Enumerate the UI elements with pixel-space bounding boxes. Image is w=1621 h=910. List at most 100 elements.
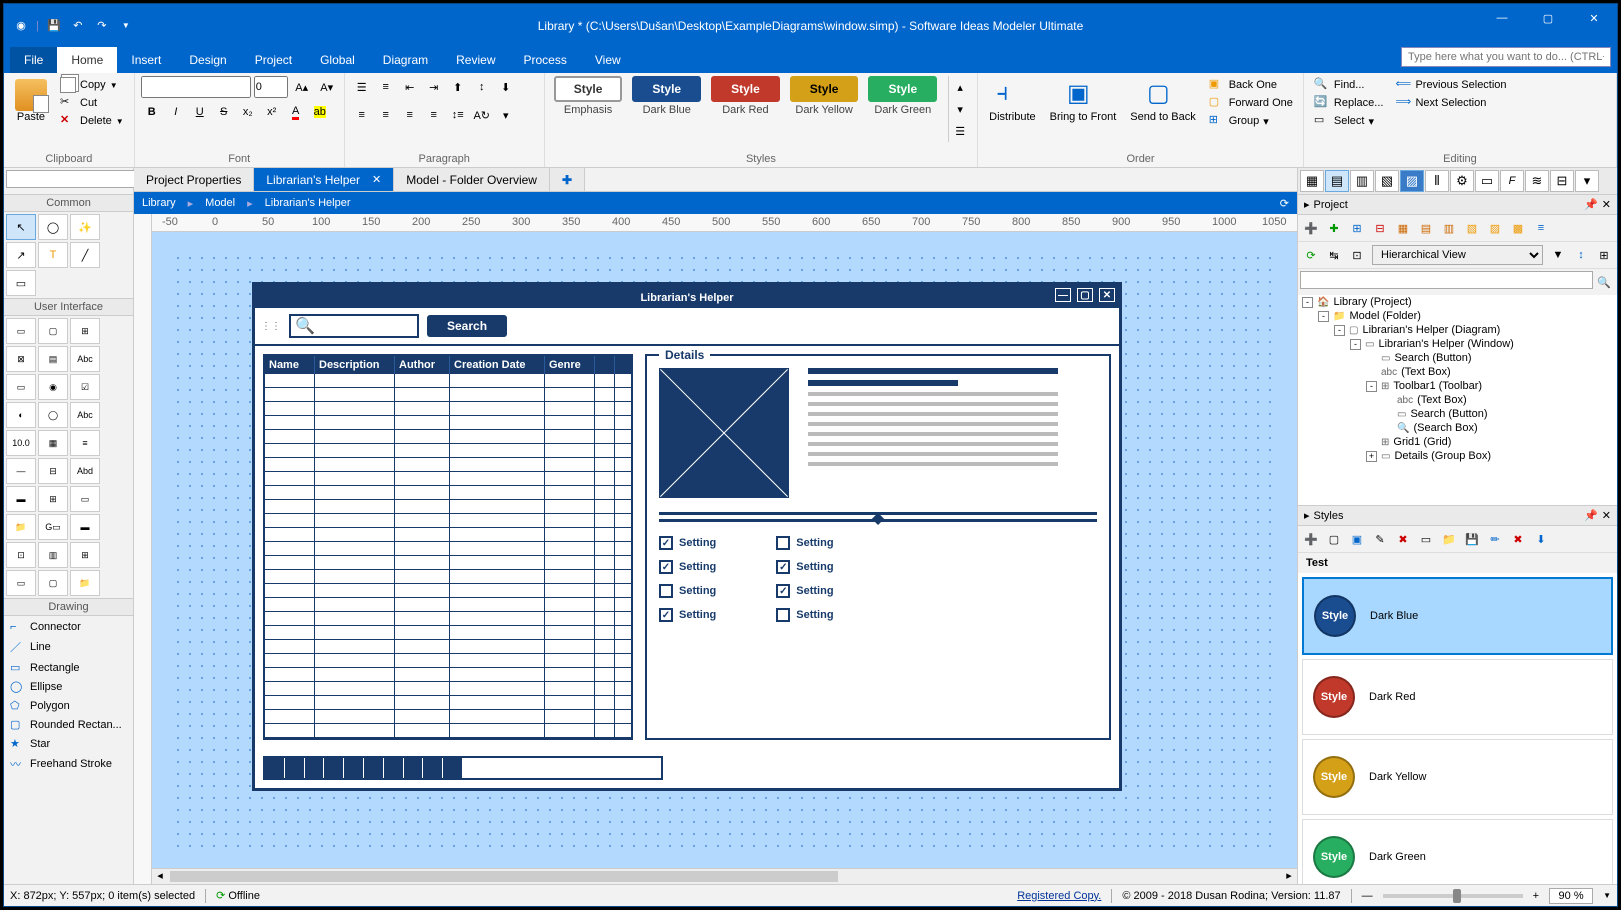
drawing-tool[interactable]: ◯Ellipse xyxy=(6,677,131,696)
drawing-tool[interactable]: ⌐Connector xyxy=(6,618,131,636)
view-mode-icon[interactable]: ⊟ xyxy=(1550,170,1574,192)
ui-tool[interactable]: 📁 xyxy=(70,570,100,596)
panel-toolbar-button[interactable]: ▧ xyxy=(1462,218,1482,238)
back-one-button[interactable]: ▣Back One xyxy=(1205,76,1297,94)
style-scroll-down[interactable]: ▾ xyxy=(949,98,971,120)
tool-wand[interactable]: ✨ xyxy=(70,214,100,240)
breadcrumb-nav-icon[interactable]: ⟳ xyxy=(1280,197,1289,210)
maximize-button[interactable]: ▢ xyxy=(1525,4,1571,32)
view-mode-icon[interactable]: ▾ xyxy=(1575,170,1599,192)
tree-item[interactable]: +▭Details (Group Box) xyxy=(1298,449,1617,463)
ui-tool[interactable]: G▭ xyxy=(38,514,68,540)
tree-item[interactable]: 🔍(Search Box) xyxy=(1298,421,1617,435)
view-mode-icon[interactable]: ⚙ xyxy=(1450,170,1474,192)
group-button[interactable]: ⊞Group ▾ xyxy=(1205,112,1297,130)
view-mode-icon[interactable]: ⫴ xyxy=(1425,170,1449,192)
ui-tool[interactable]: ▭ xyxy=(70,486,100,512)
menu-home[interactable]: Home xyxy=(57,47,117,73)
horizontal-scrollbar[interactable]: ◂▸ xyxy=(152,868,1297,884)
view-mode-icon[interactable]: ▧ xyxy=(1375,170,1399,192)
add-tab-button[interactable]: ✚ xyxy=(550,168,585,191)
ui-tool[interactable]: Abc xyxy=(70,346,100,372)
ui-tool[interactable]: 📁 xyxy=(6,514,36,540)
bring-front-button[interactable]: ▣Bring to Front xyxy=(1045,76,1122,126)
next-selection-button[interactable]: ⟹Next Selection xyxy=(1391,94,1510,112)
tree-expander[interactable]: - xyxy=(1302,297,1313,308)
minimize-button[interactable]: — xyxy=(1479,4,1525,32)
tree-expander[interactable]: - xyxy=(1366,381,1377,392)
ui-tool[interactable]: — xyxy=(6,458,36,484)
menu-process[interactable]: Process xyxy=(510,47,581,73)
align-justify-button[interactable]: ≡ xyxy=(423,104,445,126)
panel-toolbar-button[interactable]: ✚ xyxy=(1324,218,1344,238)
expand-icon[interactable]: ▸ xyxy=(1304,198,1310,211)
panel-toolbar-button[interactable]: ⊟ xyxy=(1370,218,1390,238)
breadcrumb-item[interactable]: Library xyxy=(142,197,176,209)
tool-container[interactable]: ▭ xyxy=(6,270,36,296)
menu-project[interactable]: Project xyxy=(241,47,306,73)
style-list-item[interactable]: StyleDark Red xyxy=(1302,659,1613,735)
delete-button[interactable]: ✕Delete ▼ xyxy=(56,112,128,130)
panel-toolbar-button[interactable]: ✖ xyxy=(1393,529,1413,549)
bullets-button[interactable]: ☰ xyxy=(351,76,373,98)
tree-item[interactable]: abc(Text Box) xyxy=(1298,365,1617,379)
command-search[interactable] xyxy=(1401,47,1611,67)
document-tab[interactable]: Project Properties xyxy=(134,168,254,191)
menu-diagram[interactable]: Diagram xyxy=(369,47,442,73)
close-button[interactable]: ✕ xyxy=(1571,4,1617,32)
style-preset[interactable]: StyleDark Blue xyxy=(632,76,701,116)
panel-toolbar-button[interactable]: ▣ xyxy=(1347,529,1367,549)
menu-view[interactable]: View xyxy=(581,47,635,73)
ui-tool[interactable]: ≡ xyxy=(70,430,100,456)
ui-tool[interactable]: ▥ xyxy=(38,542,68,568)
panel-toolbar-button[interactable]: ⊡ xyxy=(1347,245,1367,265)
style-list-item[interactable]: StyleDark Green xyxy=(1302,819,1613,884)
view-mode-icon[interactable]: ▭ xyxy=(1475,170,1499,192)
panel-toolbar-button[interactable]: 💾 xyxy=(1462,529,1482,549)
style-list-item[interactable]: StyleDark Yellow xyxy=(1302,739,1613,815)
menu-global[interactable]: Global xyxy=(306,47,369,73)
ui-tool[interactable]: Abc xyxy=(70,402,100,428)
panel-toolbar-button[interactable]: ⊞ xyxy=(1594,245,1614,265)
tree-expander[interactable]: + xyxy=(1366,451,1377,462)
zoom-in-button[interactable]: + xyxy=(1533,890,1539,902)
menu-file[interactable]: File xyxy=(10,47,57,73)
tree-item[interactable]: -▭Librarian's Helper (Window) xyxy=(1298,337,1617,351)
ui-tool[interactable]: ▦ xyxy=(38,430,68,456)
menu-review[interactable]: Review xyxy=(442,47,509,73)
panel-toolbar-button[interactable]: ↹ xyxy=(1324,245,1344,265)
qat-dropdown-icon[interactable]: ▼ xyxy=(117,17,135,35)
style-list-item[interactable]: StyleDark Blue xyxy=(1302,577,1613,655)
tree-item[interactable]: -📁Model (Folder) xyxy=(1298,309,1617,323)
style-preset[interactable]: StyleDark Yellow xyxy=(790,76,859,116)
panel-toolbar-button[interactable]: ▦ xyxy=(1393,218,1413,238)
view-mode-icon[interactable]: ▤ xyxy=(1325,170,1349,192)
font-size-select[interactable] xyxy=(254,76,288,98)
tree-item[interactable]: ⊞Grid1 (Grid) xyxy=(1298,435,1617,449)
tree-item[interactable]: abc(Text Box) xyxy=(1298,393,1617,407)
valign-top-button[interactable]: ⬆ xyxy=(447,76,469,98)
ui-tool[interactable]: ⊡ xyxy=(6,542,36,568)
project-tree[interactable]: -🏠Library (Project)-📁Model (Folder)-▢Lib… xyxy=(1298,295,1617,505)
tree-item[interactable]: ▭Search (Button) xyxy=(1298,407,1617,421)
zoom-out-button[interactable]: — xyxy=(1362,890,1373,902)
panel-toolbar-button[interactable]: ▨ xyxy=(1485,218,1505,238)
paragraph-more-button[interactable]: ▾ xyxy=(495,104,517,126)
drawing-tool[interactable]: ▢Rounded Rectan... xyxy=(6,715,131,734)
panel-toolbar-button[interactable]: ✎ xyxy=(1370,529,1390,549)
strike-button[interactable]: S xyxy=(213,101,235,123)
ui-tool[interactable]: ⊠ xyxy=(6,346,36,372)
refresh-icon[interactable]: ⟳ xyxy=(1301,245,1321,265)
ui-tool[interactable]: ◯ xyxy=(38,402,68,428)
paste-button[interactable]: Paste xyxy=(10,76,52,126)
view-mode-icon[interactable]: F xyxy=(1500,170,1524,192)
panel-toolbar-button[interactable]: ✖ xyxy=(1508,529,1528,549)
panel-toolbar-button[interactable]: ✏ xyxy=(1485,529,1505,549)
zoom-slider[interactable] xyxy=(1383,894,1523,898)
document-tab[interactable]: Librarian's Helper ✕ xyxy=(254,168,394,191)
drawing-tool[interactable]: ⬠Polygon xyxy=(6,696,131,715)
align-left-button[interactable]: ≡ xyxy=(351,104,373,126)
numbering-button[interactable]: ≡ xyxy=(375,76,397,98)
pin-icon[interactable]: 📌 xyxy=(1584,509,1598,522)
panel-toolbar-button[interactable]: ▩ xyxy=(1508,218,1528,238)
